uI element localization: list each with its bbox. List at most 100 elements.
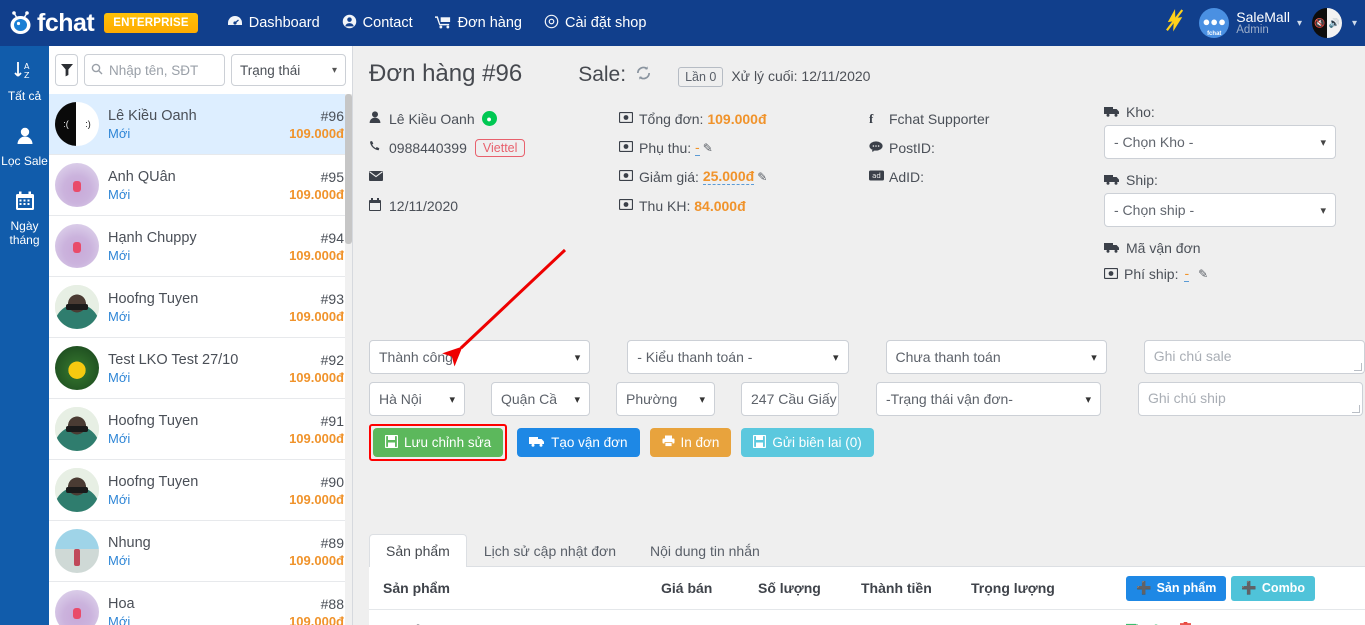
search-input-wrap[interactable]: [84, 54, 225, 86]
list-item-name: Hoofng Tuyen: [108, 290, 199, 307]
truck-icon: [1104, 104, 1120, 120]
list-item-main: Hạnh Chuppy Mới: [108, 229, 283, 264]
list-item-name: Hoa: [108, 595, 135, 612]
add-product-button[interactable]: ➕ Sản phẩm: [1126, 575, 1227, 601]
print-order-button[interactable]: In đơn: [649, 428, 732, 457]
list-item[interactable]: Hoofng Tuyen Mới #93 109.000đ: [49, 277, 352, 338]
collect-value: 84.000đ: [694, 197, 746, 214]
nav-item-contact[interactable]: Contact: [331, 14, 424, 32]
add-combo-label: Combo: [1261, 581, 1305, 595]
pencil-icon[interactable]: ✎: [703, 141, 713, 155]
rail-item-ngay-thang[interactable]: Ngày tháng: [0, 190, 49, 247]
lan-badge: Lần 0: [678, 67, 724, 87]
order-list-panel: Trạng thái ▾ :(:)Lê Kiều OanhMới#96109.0…: [49, 46, 353, 625]
account-menu[interactable]: ●●● fchat SaleMall Admin ▾: [1199, 8, 1302, 38]
city-value: Hà Nội: [379, 391, 422, 407]
kho-select[interactable]: - Chọn Kho - ▾: [1104, 125, 1336, 159]
list-item[interactable]: Anh QUân Mới #95 109.000đ: [49, 155, 352, 216]
refresh-icon[interactable]: [635, 65, 652, 86]
messenger-icon[interactable]: ●: [481, 111, 497, 126]
lightning-bolt-icon[interactable]: [1161, 6, 1191, 39]
chevron-down-icon: ▾: [574, 351, 581, 364]
list-item-main: Hoofng Tuyen Mới: [108, 412, 283, 447]
cart-icon: [434, 15, 452, 32]
status-filter-select[interactable]: Trạng thái ▾: [231, 54, 346, 86]
customer-date-row: 12/11/2020: [369, 191, 619, 220]
kho-label-row: Kho:: [1104, 104, 1351, 120]
list-item-order-id: #89: [320, 534, 344, 551]
ship-select[interactable]: - Chọn ship - ▾: [1104, 193, 1336, 227]
nav-item-caidatshop[interactable]: Cài đặt shop: [533, 14, 657, 32]
surcharge-value[interactable]: -: [695, 139, 700, 156]
ship-value: - Chọn ship -: [1114, 202, 1195, 218]
avatar: ●●● fchat: [1199, 8, 1230, 38]
order-list[interactable]: :(:) Lê Kiều Oanh Mới #96 109.000đ Anh QUân Mớ…: [49, 94, 352, 625]
chevron-down-icon: ▾: [1320, 136, 1326, 149]
nav-item-donhang[interactable]: Đơn hàng: [424, 15, 533, 32]
col-header-qty: Số lượng: [758, 580, 821, 596]
pencil-icon[interactable]: ✎: [757, 170, 767, 184]
chevron-down-icon: ▾: [331, 64, 337, 76]
city-select[interactable]: Hà Nội ▾: [369, 382, 465, 416]
tab-lich-su[interactable]: Lịch sử cập nhật đơn: [467, 534, 633, 567]
save-button-label: Lưu chỉnh sửa: [404, 435, 492, 450]
printer-icon: [662, 435, 675, 450]
rail-item-loc-sale[interactable]: Lọc Sale: [0, 125, 49, 168]
form-row-1: Thành công ▾ - Kiểu thanh toán - ▾ Chưa …: [369, 340, 1365, 374]
tab-san-pham[interactable]: Sản phẩm: [369, 534, 467, 567]
list-scrollbar[interactable]: [345, 94, 352, 625]
table-row[interactable]: Trà sửa trân châu hoàng gia 28.000đ 1 28…: [369, 610, 1365, 625]
sound-chevron-down-icon[interactable]: ▾: [1352, 18, 1357, 29]
rail-item-tat-ca[interactable]: AZ Tất cả: [0, 60, 49, 103]
shipping-info-column: Kho: - Chọn Kho - ▾ Ship: - Chọn ship - …: [1103, 104, 1351, 287]
postid-label: PostID:: [889, 139, 935, 156]
chevron-down-icon: ▾: [449, 393, 455, 406]
ward-select[interactable]: Phường ▾: [616, 382, 715, 416]
adid-label: AdID:: [889, 168, 925, 185]
list-item[interactable]: :(:) Lê Kiều Oanh Mới #96 109.000đ: [49, 94, 352, 155]
avatar: [55, 529, 99, 573]
scrollbar-thumb[interactable]: [345, 94, 352, 244]
ship-note-textarea[interactable]: Ghi chú ship: [1138, 382, 1363, 416]
payment-type-select[interactable]: - Kiểu thanh toán - ▾: [627, 340, 849, 374]
table-header-row: Sản phẩm Giá bán Số lượng Thành tiền Trọ…: [369, 567, 1365, 610]
order-status-select[interactable]: Thành công ▾: [369, 340, 591, 374]
list-item[interactable]: Hạnh Chuppy Mới #94 109.000đ: [49, 216, 352, 277]
nav-item-dashboard[interactable]: Dashboard: [216, 15, 331, 32]
chevron-down-icon: ▾: [1320, 204, 1326, 217]
address-input[interactable]: 247 Cầu Giấy: [741, 382, 839, 416]
nav-items: Dashboard Contact Đơn hàng Cài đặt shop: [216, 14, 658, 32]
send-receipt-button[interactable]: Gửi biên lai (0): [741, 428, 874, 457]
nav-label-donhang: Đơn hàng: [457, 15, 522, 31]
district-select[interactable]: Quận Cầ ▾: [491, 382, 590, 416]
tab-noi-dung-tin-nhan[interactable]: Nội dung tin nhắn: [633, 534, 777, 567]
nav-label-orders-contact: Contact: [362, 15, 413, 31]
sound-mute-toggle-icon[interactable]: 🔇 🔊: [1311, 8, 1342, 38]
funnel-filter-icon[interactable]: [55, 54, 78, 86]
list-item-status: Mới: [108, 308, 131, 324]
list-item-amount: 109.000đ: [289, 125, 344, 141]
discount-value[interactable]: 25.000đ: [702, 168, 755, 185]
save-button[interactable]: Lưu chỉnh sửa: [373, 428, 504, 457]
list-item[interactable]: Nhung Mới #89 109.000đ: [49, 521, 352, 582]
customer-name-row: Lê Kiều Oanh ●: [369, 104, 619, 133]
add-combo-button[interactable]: ➕ Combo: [1231, 575, 1315, 601]
col-header-product: Sản phẩm: [383, 580, 450, 596]
sale-label: Sale:: [578, 63, 627, 86]
list-item[interactable]: Hoofng Tuyen Mới #90 109.000đ: [49, 460, 352, 521]
user-filter-icon: [0, 125, 49, 154]
sale-note-textarea[interactable]: Ghi chú sale: [1143, 340, 1365, 374]
list-item[interactable]: Test LKO Test 27/10 Mới #92 109.000đ: [49, 338, 352, 399]
truck-icon: [1104, 172, 1120, 188]
tab-label-san-pham: Sản phẩm: [386, 543, 450, 559]
payment-status-select[interactable]: Chưa thanh toán ▾: [885, 340, 1107, 374]
list-item[interactable]: Hoofng Tuyen Mới #91 109.000đ: [49, 399, 352, 460]
shipping-status-select[interactable]: -Trạng thái vận đơn- ▾: [876, 382, 1101, 416]
create-shipment-button[interactable]: Tạo vận đơn: [517, 428, 640, 457]
shipfee-value[interactable]: -: [1184, 265, 1190, 282]
list-item[interactable]: Hoa Mới #88 109.000đ: [49, 582, 352, 625]
brand-logo-link[interactable]: fchat: [8, 9, 95, 38]
search-input[interactable]: [107, 61, 218, 79]
adid-row: ad AdID:: [869, 162, 1104, 191]
pencil-icon[interactable]: ✎: [1198, 267, 1208, 281]
